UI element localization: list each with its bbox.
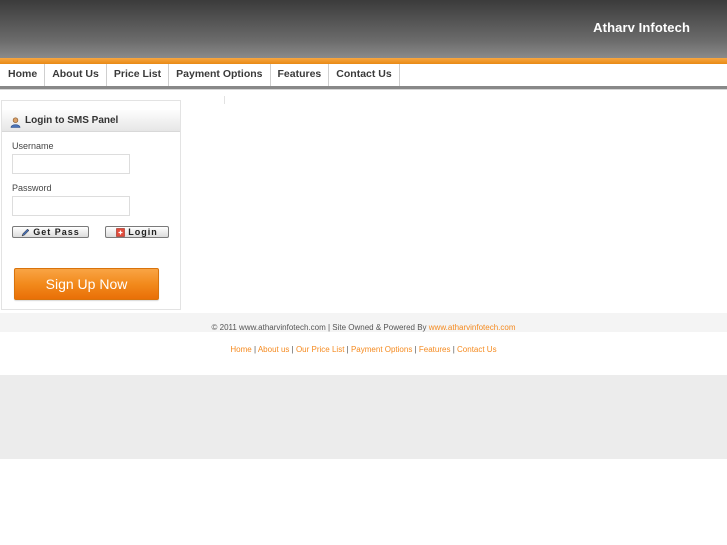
brand-name: Atharv Infotech — [593, 20, 690, 35]
copyright-line: © 2011 www.atharvinfotech.com | Site Own… — [0, 323, 727, 332]
password-label: Password — [12, 183, 52, 193]
content-divider — [224, 96, 225, 104]
footer-link-about-us[interactable]: About us — [258, 345, 290, 354]
footer-link-contact-us[interactable]: Contact Us — [457, 345, 497, 354]
footer-link-features[interactable]: Features — [419, 345, 451, 354]
footer-link-home[interactable]: Home — [230, 345, 251, 354]
login-panel-header: Login to SMS Panel — [2, 110, 180, 132]
footer-separator: | — [253, 345, 257, 354]
copyright-text: © 2011 www.atharvinfotech.com | Site Own… — [211, 323, 427, 332]
footer-link-payment-options[interactable]: Payment Options — [351, 345, 412, 354]
footer-links: Home | About us | Our Price List | Payme… — [0, 345, 727, 354]
footer-gray-block — [0, 375, 727, 459]
nav-item-contact-us[interactable]: Contact Us — [329, 64, 400, 87]
login-panel: Login to SMS Panel Username Password Get… — [1, 100, 181, 310]
footer-link-price-list[interactable]: Our Price List — [296, 345, 344, 354]
close-icon — [116, 227, 126, 237]
password-input[interactable] — [12, 196, 130, 216]
footer-separator: | — [291, 345, 294, 354]
footer-separator: | — [452, 345, 455, 354]
nav-item-about-us[interactable]: About Us — [45, 64, 107, 87]
login-button[interactable]: Login — [105, 226, 169, 238]
sign-up-now-button[interactable]: Sign Up Now — [14, 268, 159, 300]
login-panel-title: Login to SMS Panel — [25, 115, 119, 126]
username-input[interactable] — [12, 154, 130, 174]
user-icon — [10, 115, 21, 128]
powered-by-link[interactable]: www.atharvinfotech.com — [429, 323, 516, 332]
nav-item-payment-options[interactable]: Payment Options — [169, 64, 271, 87]
nav-item-features[interactable]: Features — [271, 64, 330, 87]
nav-item-home[interactable]: Home — [0, 64, 46, 87]
main-nav: Home About Us Price List Payment Options… — [0, 64, 727, 87]
get-pass-label: Get Pass — [33, 227, 80, 237]
login-label: Login — [128, 227, 158, 237]
site-header: Atharv Infotech — [0, 0, 727, 58]
pencil-icon — [21, 228, 30, 236]
footer-separator: | — [414, 345, 417, 354]
get-pass-button[interactable]: Get Pass — [12, 226, 89, 238]
footer-separator: | — [346, 345, 349, 354]
nav-item-price-list[interactable]: Price List — [107, 64, 170, 87]
nav-divider-light — [0, 89, 727, 90]
username-label: Username — [12, 141, 54, 151]
